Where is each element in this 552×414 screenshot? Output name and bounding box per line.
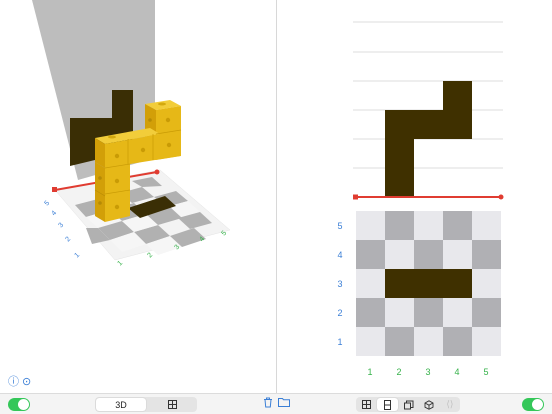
folder-icon[interactable] xyxy=(278,397,290,412)
right-col-label: 3 xyxy=(425,367,430,377)
segment-cube-tool[interactable] xyxy=(419,397,439,412)
elevation-handle-right[interactable] xyxy=(498,194,504,200)
segment-3d[interactable]: 3D xyxy=(96,398,146,411)
right-row-label: 5 xyxy=(337,221,342,231)
grid-icon xyxy=(361,400,371,409)
left-row-label: 2 xyxy=(64,236,72,244)
tool-segmented-control[interactable]: ⟨⟩ xyxy=(356,397,460,412)
grid-icon xyxy=(167,400,177,409)
right-row-label: 4 xyxy=(337,250,342,260)
2d-scene[interactable]: 5 4 3 2 1 1 2 3 4 5 xyxy=(277,0,552,393)
elevation-shape xyxy=(385,81,472,197)
axis-handle-right[interactable] xyxy=(154,169,160,175)
left-col-label: 1 xyxy=(116,260,124,268)
right-col-label: 2 xyxy=(396,367,401,377)
left-row-label: 1 xyxy=(73,252,81,260)
left-toggle-switch[interactable] xyxy=(8,398,30,411)
left-col-label: 2 xyxy=(146,252,154,260)
view-mode-segmented-control[interactable]: 3D xyxy=(95,397,197,412)
column-icon xyxy=(384,399,392,410)
top-view-grid[interactable] xyxy=(356,211,501,356)
left-row-label: 4 xyxy=(50,210,58,218)
trash-icon[interactable] xyxy=(263,397,273,413)
right-row-label: 2 xyxy=(337,308,342,318)
axis-handle-left[interactable] xyxy=(52,187,57,192)
right-col-labels: 1 2 3 4 5 xyxy=(367,367,488,377)
3d-view-pane[interactable]: 5 4 3 2 1 1 2 3 4 5 ⓘ ⊙ xyxy=(0,0,276,393)
toggle-knob xyxy=(18,399,29,410)
left-row-label: 5 xyxy=(43,200,51,208)
segment-grid[interactable] xyxy=(147,397,197,412)
toggle-knob xyxy=(532,399,543,410)
right-row-label: 3 xyxy=(337,279,342,289)
segment-layers-tool[interactable] xyxy=(399,397,419,412)
right-row-label: 1 xyxy=(337,337,342,347)
3d-scene[interactable]: 5 4 3 2 1 1 2 3 4 5 xyxy=(0,0,276,393)
segment-column-tool[interactable] xyxy=(377,398,398,411)
info-circle-icon[interactable]: ⓘ xyxy=(8,377,19,388)
segment-grid-tool[interactable] xyxy=(356,397,376,412)
2d-view-pane[interactable]: 5 4 3 2 1 1 2 3 4 5 xyxy=(277,0,552,393)
elevation-guides xyxy=(353,21,503,169)
floor-grid xyxy=(54,169,231,261)
segment-brackets-tool: ⟨⟩ xyxy=(440,397,460,412)
right-col-label: 1 xyxy=(367,367,372,377)
left-row-label: 3 xyxy=(57,222,65,230)
elevation-handle-left[interactable] xyxy=(353,194,358,200)
right-row-labels: 5 4 3 2 1 xyxy=(337,221,342,347)
brackets-icon: ⟨⟩ xyxy=(446,399,454,409)
right-toggle-switch[interactable] xyxy=(522,398,544,411)
layers-icon xyxy=(404,400,414,409)
bottom-toolbar: 3D ⟨⟩ xyxy=(0,393,552,414)
right-col-label: 4 xyxy=(454,367,459,377)
cube-icon xyxy=(424,399,434,410)
right-col-label: 5 xyxy=(483,367,488,377)
more-circle-icon[interactable]: ⊙ xyxy=(22,377,31,388)
